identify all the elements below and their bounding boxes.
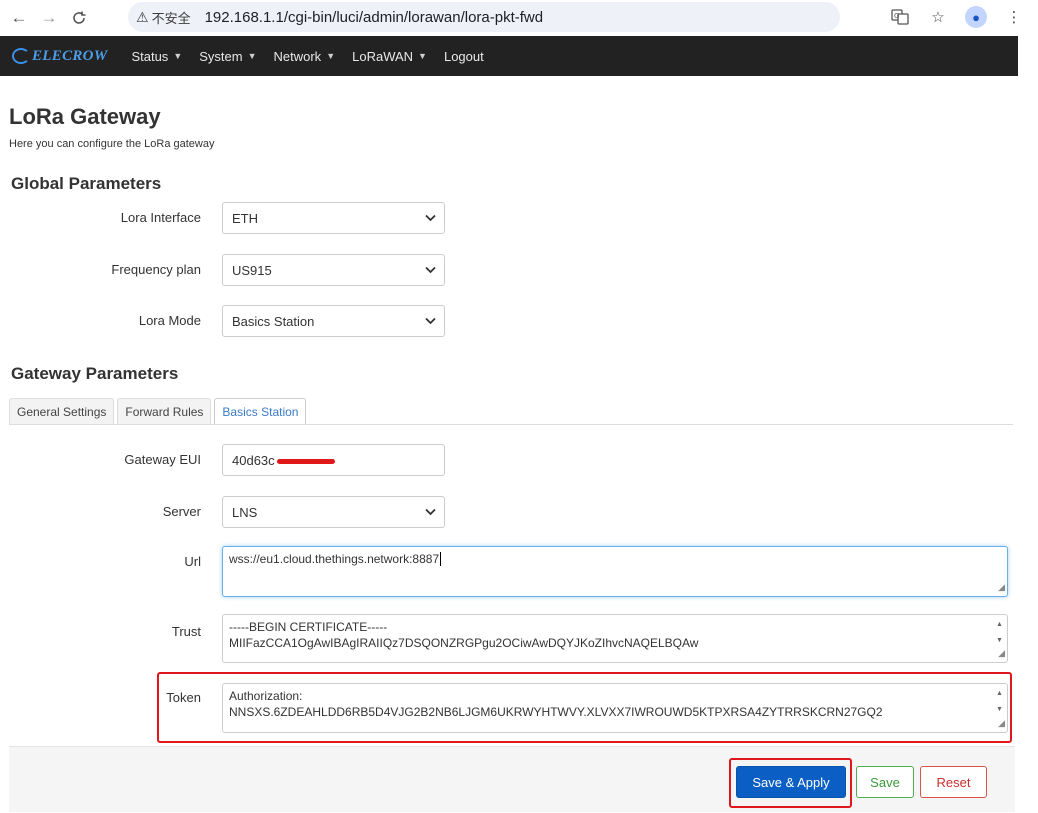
person-icon: ● [965,6,987,28]
chevron-down-icon [425,266,436,274]
security-label: 不安全 [151,10,191,26]
save-apply-highlight-box [729,758,852,808]
section-title-global: Global Parameters [11,174,162,193]
elecrow-logo-icon [12,48,30,64]
token-highlight-box [157,672,1012,743]
trust-line-2: MIIFazCCA1OgAwIBAgIRAIIQz7DSQONZRGPgu2OC… [229,636,699,650]
nav-lorawan[interactable]: LoRaWAN ▼ [352,49,427,64]
nav-logout[interactable]: Logout [444,49,484,64]
reset-button[interactable]: Reset [920,766,987,798]
bookmark-star-icon[interactable]: ☆ [922,3,954,31]
gateway-eui-value: 40d63c [232,452,275,468]
lora-interface-select[interactable]: ETH [222,202,445,234]
gateway-eui-label: Gateway EUI [124,452,201,467]
nav-status[interactable]: Status ▼ [131,49,182,64]
url-value: wss://eu1.cloud.thethings.network:8887 [229,552,440,566]
address-bar[interactable]: ⚠ 不安全 192.168.1.1/cgi-bin/luci/admin/lor… [128,2,840,32]
trust-line-1: -----BEGIN CERTIFICATE----- [229,620,388,634]
tab-forward-rules[interactable]: Forward Rules [117,398,212,424]
scroll-up-icon: ▲ [996,621,1003,628]
caret-down-icon: ▼ [326,51,336,61]
trust-textarea[interactable]: -----BEGIN CERTIFICATE----- MIIFazCCA1Og… [222,614,1008,663]
redaction-mark [277,459,335,464]
caret-down-icon: ▼ [247,51,257,61]
brand-logo[interactable]: ELECROW [12,48,107,65]
tab-general-settings[interactable]: General Settings [9,398,115,424]
nav-network[interactable]: Network ▼ [274,49,336,64]
frequency-plan-select[interactable]: US915 [222,254,445,286]
caret-down-icon: ▼ [173,51,183,61]
url-label: Url [184,554,201,569]
chevron-down-icon [425,214,436,222]
page-title: LoRa Gateway [9,104,161,129]
frequency-plan-label: Frequency plan [111,262,201,277]
nav-system[interactable]: System ▼ [199,49,256,64]
gateway-eui-input[interactable]: 40d63c [222,444,445,476]
warning-icon: ⚠ [136,8,149,25]
tab-basics-station[interactable]: Basics Station [214,398,307,425]
page-description: Here you can configure the LoRa gateway [9,138,215,150]
chevron-down-icon [425,508,436,516]
chevron-down-icon [425,317,436,325]
menu-kebab-icon[interactable]: ⋮ [998,3,1030,31]
save-button[interactable]: Save [856,766,914,798]
url-textarea[interactable]: wss://eu1.cloud.thethings.network:8887 ◢ [222,546,1008,597]
trust-label: Trust [171,624,201,639]
resize-handle-icon[interactable]: ◢ [998,579,1005,595]
tab-divider [9,424,1013,425]
reload-icon[interactable] [64,3,94,33]
brand-name: ELECROW [32,47,108,64]
svg-text:G: G [894,12,899,20]
section-title-gateway: Gateway Parameters [11,364,179,383]
url-text: 192.168.1.1/cgi-bin/luci/admin/lorawan/l… [204,8,544,26]
resize-handle-icon[interactable]: ◢ [998,645,1005,661]
lora-mode-label: Lora Mode [138,313,201,328]
security-indicator[interactable]: ⚠ 不安全 [136,8,201,27]
caret-down-icon: ▼ [418,51,427,61]
server-select[interactable]: LNS [222,496,445,528]
gateway-tabs: General Settings Forward Rules Basics St… [9,398,309,425]
server-label: Server [162,504,201,519]
text-cursor [440,552,442,566]
back-icon[interactable]: ← [4,3,34,33]
main-navbar: ELECROW Status ▼ System ▼ Network ▼ LoRaWAN… [0,36,1018,76]
browser-toolbar: ← → ⚠ 不安全 192.168.1.1/cgi-bin/luci/admin… [0,0,1038,35]
translate-icon[interactable]: G [884,3,916,31]
profile-avatar[interactable]: ● [960,3,992,31]
lora-mode-select[interactable]: Basics Station [222,305,445,337]
lora-interface-label: Lora Interface [120,210,201,225]
forward-icon[interactable]: → [34,3,64,33]
